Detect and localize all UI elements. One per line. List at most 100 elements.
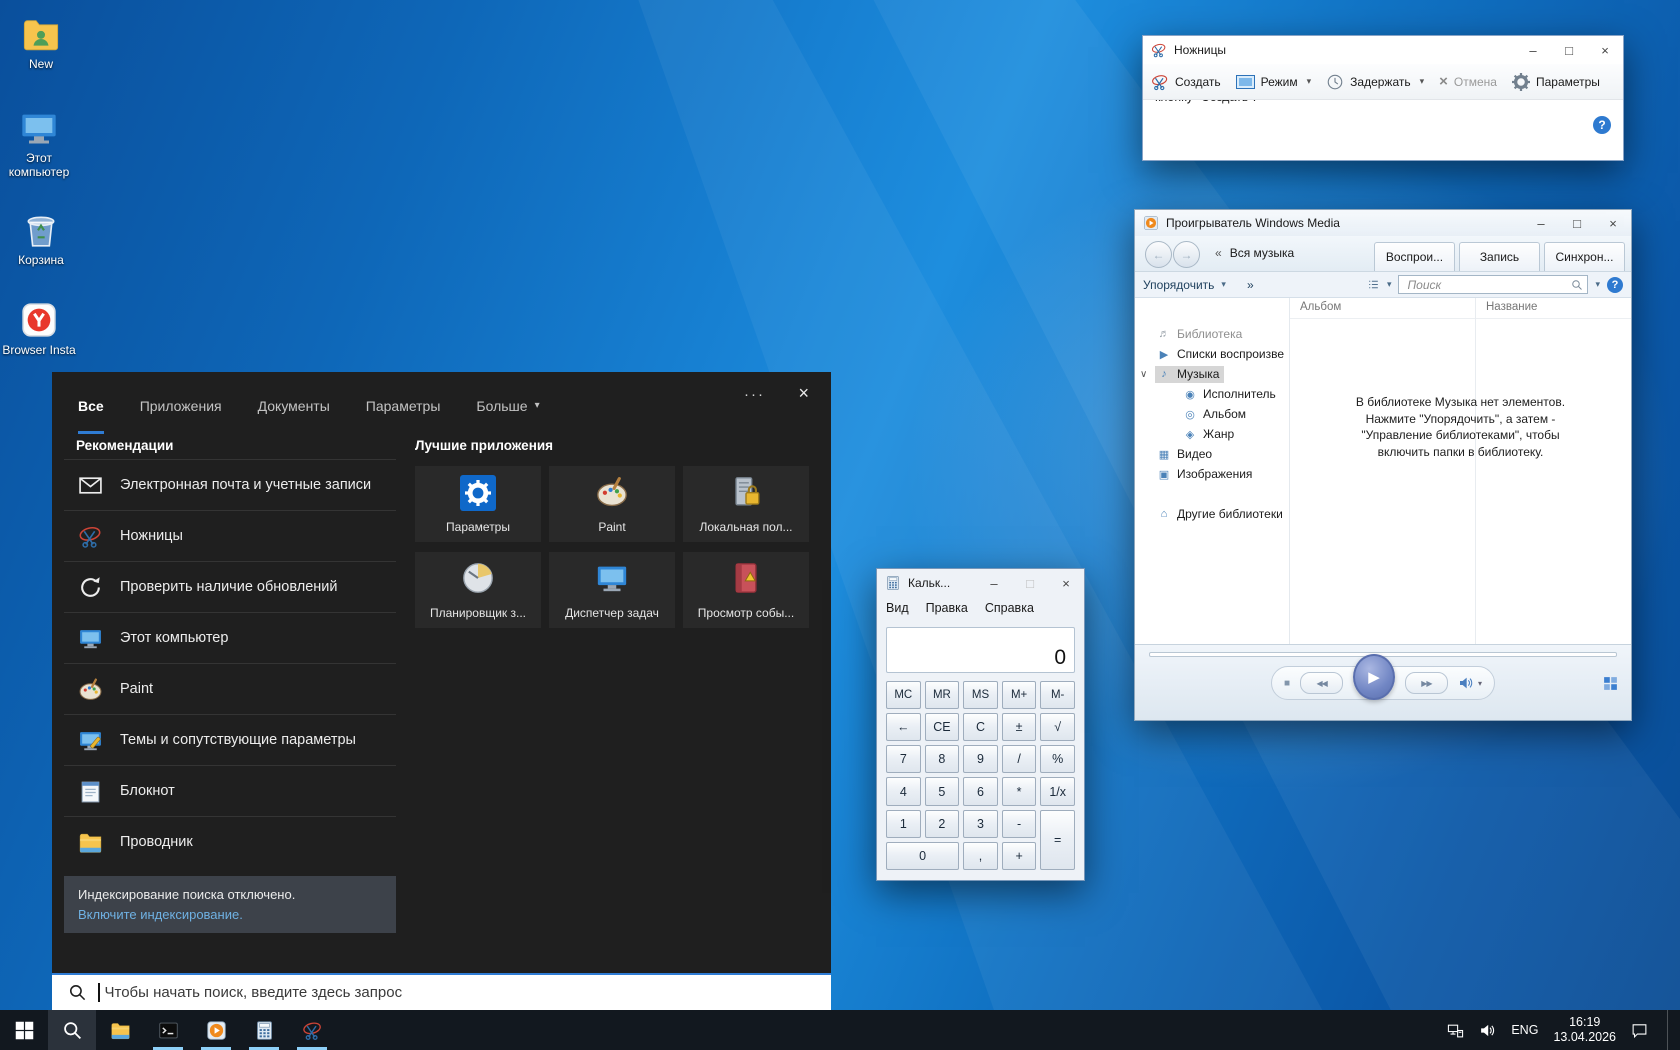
library-search-box[interactable] [1398, 275, 1588, 294]
calc-key-ce[interactable]: CE [925, 713, 960, 741]
close-button[interactable]: × [1048, 569, 1084, 597]
taskbar-command-prompt[interactable] [144, 1010, 192, 1050]
start-button[interactable] [0, 1010, 48, 1050]
clock[interactable]: 16:19 13.04.2026 [1553, 1015, 1616, 1045]
chevrons-left-icon[interactable]: « [1215, 246, 1222, 260]
top-app-local-security-policy[interactable]: Локальная пол... [683, 466, 809, 542]
tab-play[interactable]: Воспрои... [1374, 242, 1455, 271]
expanded-chevron-icon[interactable]: ∨ [1140, 369, 1147, 380]
back-button[interactable]: ← [1145, 241, 1172, 268]
rec-item-notepad[interactable]: Блокнот [64, 765, 396, 816]
calc-key-decimal[interactable]: , [963, 842, 998, 870]
view-options-icon[interactable] [1367, 278, 1380, 291]
desktop-icon-new-folder[interactable]: New [2, 14, 80, 71]
rec-item-check-updates[interactable]: Проверить наличие обновлений [64, 561, 396, 612]
rec-item-explorer[interactable]: Проводник [64, 816, 396, 867]
organize-menu-button[interactable]: Упорядочить [1143, 278, 1214, 292]
calc-key-7[interactable]: 7 [886, 745, 921, 773]
rec-item-themes[interactable]: Темы и сопутствующие параметры [64, 714, 396, 765]
calc-key-multiply[interactable]: * [1002, 777, 1037, 805]
minimize-button[interactable]: – [1515, 36, 1551, 64]
column-album[interactable]: Альбом [1300, 301, 1341, 313]
calculator-titlebar[interactable]: Кальк... – □ × [877, 569, 1084, 597]
calc-key-minus[interactable]: - [1002, 810, 1037, 838]
cancel-button[interactable]: × Отмена [1439, 73, 1497, 90]
stop-button[interactable]: ■ [1284, 678, 1290, 689]
help-icon[interactable]: ? [1607, 277, 1623, 293]
calc-key-mr[interactable]: MR [925, 681, 960, 709]
mode-button[interactable]: Режим ▾ [1236, 75, 1312, 89]
maximize-button[interactable]: □ [1012, 569, 1048, 597]
desktop-icon-browser-installer[interactable]: Browser Insta [0, 300, 78, 357]
volume-control[interactable]: ▾ [1458, 675, 1482, 691]
calc-key-3[interactable]: 3 [963, 810, 998, 838]
play-button[interactable]: ▶ [1353, 654, 1395, 700]
action-center-icon[interactable] [1631, 1022, 1648, 1039]
close-button[interactable]: × [1587, 36, 1623, 64]
switch-to-now-playing-icon[interactable] [1602, 675, 1619, 692]
chevron-down-icon[interactable]: ▾ [1595, 279, 1600, 290]
tree-item-artist[interactable]: ◉ Исполнитель [1135, 384, 1289, 404]
taskbar-snipping-tool[interactable] [288, 1010, 336, 1050]
calc-key-c[interactable]: C [963, 713, 998, 741]
calc-key-ms[interactable]: MS [963, 681, 998, 709]
new-snip-button[interactable]: Создать [1151, 73, 1221, 91]
close-button[interactable]: × [1595, 210, 1631, 236]
calc-key-m-minus[interactable]: M- [1040, 681, 1075, 709]
tab-burn[interactable]: Запись [1459, 242, 1540, 271]
maximize-button[interactable]: □ [1559, 210, 1595, 236]
rec-item-paint[interactable]: Paint [64, 663, 396, 714]
network-icon[interactable] [1447, 1022, 1464, 1039]
help-icon[interactable]: ? [1593, 116, 1611, 134]
tab-documents[interactable]: Документы [258, 388, 330, 434]
maximize-button[interactable]: □ [1551, 36, 1587, 64]
chevron-down-icon[interactable]: ▾ [1387, 279, 1392, 290]
tree-item-pictures[interactable]: ▣ Изображения [1135, 464, 1289, 484]
tab-more[interactable]: Больше▾ [476, 388, 539, 434]
toolbar-overflow-button[interactable]: » [1247, 278, 1254, 292]
calc-key-5[interactable]: 5 [925, 777, 960, 805]
column-title[interactable]: Название [1486, 301, 1537, 313]
calc-key-1[interactable]: 1 [886, 810, 921, 838]
calc-key-percent[interactable]: % [1040, 745, 1075, 773]
menu-edit[interactable]: Правка [926, 601, 968, 615]
desktop-icon-this-pc[interactable]: Этот компьютер [0, 108, 78, 179]
calc-key-plus[interactable]: + [1002, 842, 1037, 870]
calc-key-6[interactable]: 6 [963, 777, 998, 805]
rec-item-mail[interactable]: Электронная почта и учетные записи [64, 459, 396, 510]
calc-key-reciprocal[interactable]: 1/x [1040, 777, 1075, 805]
forward-button[interactable]: → [1173, 241, 1200, 268]
calc-key-0[interactable]: 0 [886, 842, 959, 870]
tree-item-video[interactable]: ▦ Видео [1135, 444, 1289, 464]
delay-button[interactable]: Задержать ▾ [1326, 73, 1424, 91]
tab-settings[interactable]: Параметры [366, 388, 441, 434]
calc-key-equals[interactable]: = [1040, 810, 1075, 870]
calc-key-m-plus[interactable]: M+ [1002, 681, 1037, 709]
top-app-settings[interactable]: Параметры [415, 466, 541, 542]
tree-item-genre[interactable]: ◈ Жанр [1135, 424, 1289, 444]
taskbar-search-button[interactable] [48, 1010, 96, 1050]
tab-apps[interactable]: Приложения [140, 388, 222, 434]
minimize-button[interactable]: – [1523, 210, 1559, 236]
top-app-task-manager[interactable]: Диспетчер задач [549, 552, 675, 628]
next-button[interactable]: ▶▶ [1405, 672, 1448, 694]
library-search-input[interactable] [1405, 277, 1571, 293]
tree-item-playlists[interactable]: ▶ Списки воспроизве [1135, 344, 1289, 364]
rec-item-snipping-tool[interactable]: Ножницы [64, 510, 396, 561]
menu-view[interactable]: Вид [886, 601, 909, 615]
calc-key-backspace[interactable]: ← [886, 713, 921, 741]
taskbar-file-explorer[interactable] [96, 1010, 144, 1050]
minimize-button[interactable]: – [976, 569, 1012, 597]
calc-key-divide[interactable]: / [1002, 745, 1037, 773]
calc-key-2[interactable]: 2 [925, 810, 960, 838]
top-app-paint[interactable]: Paint [549, 466, 675, 542]
close-search-button[interactable]: × [798, 383, 809, 404]
search-input[interactable] [103, 983, 832, 1002]
show-desktop-button[interactable] [1667, 1010, 1672, 1050]
tree-item-album[interactable]: ◎ Альбом [1135, 404, 1289, 424]
calc-key-mc[interactable]: MC [886, 681, 921, 709]
calc-key-9[interactable]: 9 [963, 745, 998, 773]
calc-key-4[interactable]: 4 [886, 777, 921, 805]
taskbar-media-player[interactable] [192, 1010, 240, 1050]
tree-item-other-libraries[interactable]: ⌂ Другие библиотеки [1135, 504, 1289, 524]
